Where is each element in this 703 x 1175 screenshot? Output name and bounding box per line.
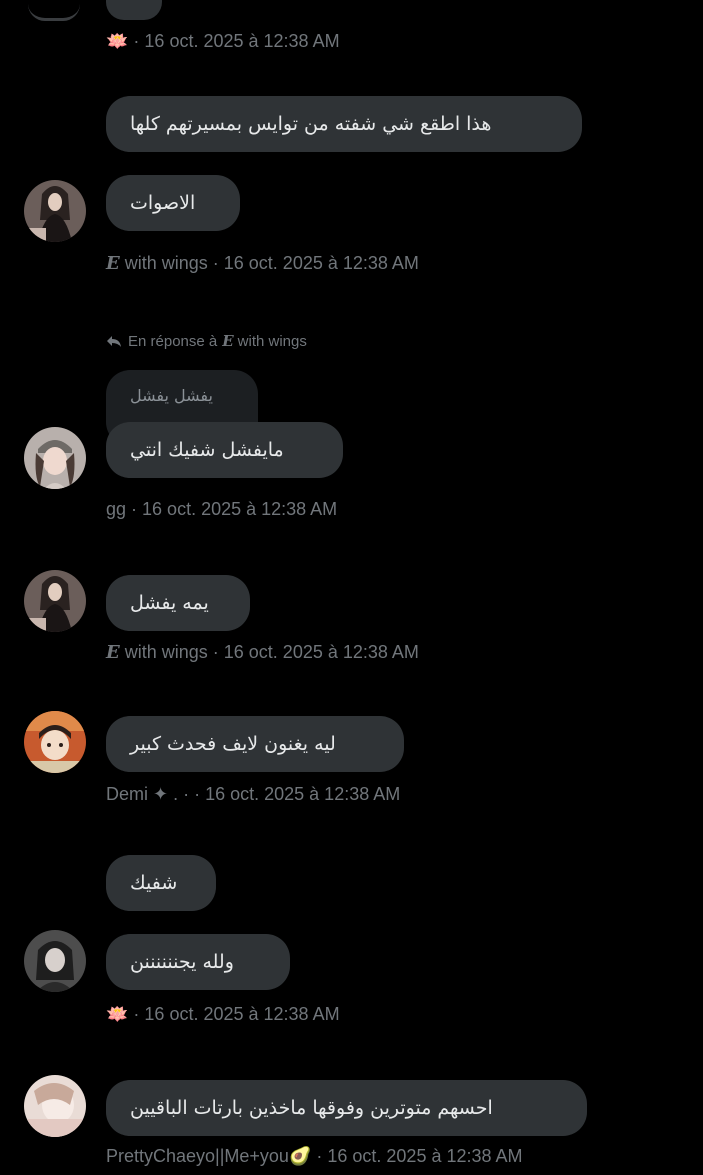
lotus-emoji: 🪷 xyxy=(106,1004,129,1024)
message-timestamp: 16 oct. 2025 à 12:38 AM xyxy=(205,784,401,804)
reply-context[interactable]: En réponse à E with wings xyxy=(106,332,307,350)
avatar-ewings[interactable] xyxy=(24,570,86,632)
message-meta: E with wings · 16 oct. 2025 à 12:38 AM xyxy=(106,642,419,663)
message-timestamp: 16 oct. 2025 à 12:38 AM xyxy=(144,31,340,51)
message-timestamp: 16 oct. 2025 à 12:38 AM xyxy=(223,642,419,662)
message-bubble[interactable]: احسهم متوترين وفوقها ماخذين بارتات الباق… xyxy=(106,1080,587,1136)
message-bubble[interactable]: شفيك xyxy=(106,855,216,911)
message-timestamp: 16 oct. 2025 à 12:38 AM xyxy=(327,1146,523,1166)
message-bubble[interactable]: يمه يفشل xyxy=(106,575,250,631)
avocado-emoji: 🥑 xyxy=(288,1146,312,1166)
reply-arrow-icon xyxy=(107,336,121,347)
avatar-partial-top xyxy=(28,4,80,21)
avatar-gg[interactable] xyxy=(24,427,86,489)
message-bubble[interactable]: ليه يغنون لايف فحدث كبير xyxy=(106,716,404,772)
message-bubble[interactable]: هذا اطقع شي شفته من توايس بمسيرتهم كلها xyxy=(106,96,582,152)
message-timestamp: 16 oct. 2025 à 12:38 AM xyxy=(142,499,338,519)
avatar-prettychaeyo[interactable] xyxy=(24,1075,86,1137)
lotus-emoji: 🪷 xyxy=(106,31,129,51)
username[interactable]: with wings xyxy=(125,642,208,663)
username[interactable]: gg xyxy=(106,499,126,520)
message-timestamp: 16 oct. 2025 à 12:38 AM xyxy=(223,253,419,273)
avatar-lotus-user[interactable] xyxy=(24,930,86,992)
username[interactable]: with wings xyxy=(125,253,208,274)
message-meta: 🪷 · 16 oct. 2025 à 12:38 AM xyxy=(106,31,340,51)
message-meta: PrettyChaeyo||Me+you 🥑 · 16 oct. 2025 à … xyxy=(106,1146,523,1167)
message-timestamp: 16 oct. 2025 à 12:38 AM xyxy=(144,1004,340,1024)
avatar-demi[interactable] xyxy=(24,711,86,773)
username[interactable]: Demi ✦ . · xyxy=(106,784,189,805)
message-meta: E with wings · 16 oct. 2025 à 12:38 AM xyxy=(106,253,419,274)
message-bubble[interactable]: مايفشل شفيك انتي xyxy=(106,422,343,478)
message-meta: Demi ✦ . · · 16 oct. 2025 à 12:38 AM xyxy=(106,784,401,805)
message-meta: 🪷 · 16 oct. 2025 à 12:38 AM xyxy=(106,1004,340,1024)
message-bubble[interactable]: ولله يجننننننن xyxy=(106,934,290,990)
message-bubble[interactable]: الاصوات xyxy=(106,175,240,231)
username[interactable]: PrettyChaeyo||Me+you xyxy=(106,1146,289,1167)
message-bubble-partial-top xyxy=(106,0,162,20)
avatar-ewings[interactable] xyxy=(24,180,86,242)
message-meta: gg · 16 oct. 2025 à 12:38 AM xyxy=(106,499,338,520)
